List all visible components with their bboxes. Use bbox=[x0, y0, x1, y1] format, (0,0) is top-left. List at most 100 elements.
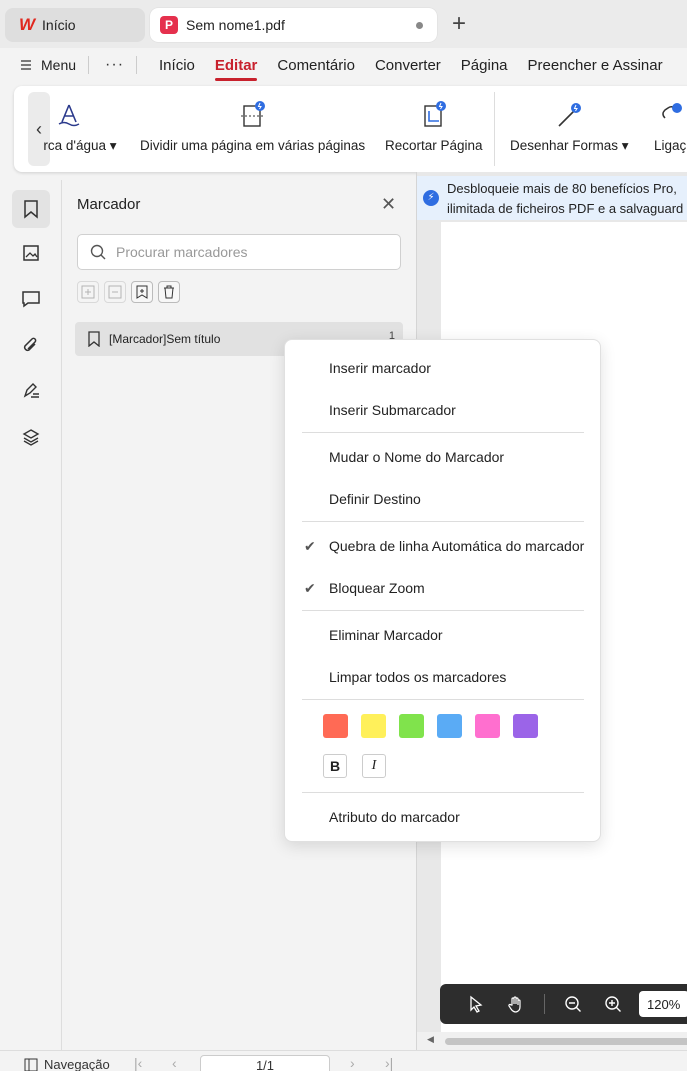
pdf-file-icon: P bbox=[160, 16, 178, 34]
italic-button[interactable]: I bbox=[362, 754, 386, 778]
collapse-all-button[interactable] bbox=[104, 281, 126, 303]
delete-bookmark-button[interactable] bbox=[158, 281, 180, 303]
watermark-label: rca d'água ▾ bbox=[43, 138, 117, 153]
divider bbox=[544, 994, 545, 1014]
bookmark-tools bbox=[77, 281, 180, 303]
menu-divider bbox=[302, 610, 584, 611]
color-swatch-purple[interactable] bbox=[513, 714, 538, 738]
menu-delete-bookmark[interactable]: Eliminar Marcador bbox=[329, 627, 443, 643]
color-swatch-green[interactable] bbox=[399, 714, 424, 738]
ribbon-divider bbox=[494, 92, 495, 166]
expand-all-button[interactable] bbox=[77, 281, 99, 303]
color-swatch-blue[interactable] bbox=[437, 714, 462, 738]
color-swatch-red[interactable] bbox=[323, 714, 348, 738]
more-options-icon[interactable]: ··· bbox=[105, 56, 124, 74]
prev-page-icon[interactable]: ‹ bbox=[172, 1055, 177, 1071]
draw-shapes-button[interactable]: Desenhar Formas ▾ bbox=[510, 98, 629, 154]
link-label: Ligaç bbox=[654, 138, 687, 153]
bookmark-context-menu: Inserir marcador Inserir Submarcador Mud… bbox=[284, 339, 601, 842]
split-page-label: Dividir uma página em várias páginas bbox=[140, 138, 366, 153]
notice-line-1: Desbloqueie mais de 80 benefícios Pro, bbox=[447, 181, 677, 196]
status-bar: Navegação |‹ ‹ 1/1 › ›| bbox=[0, 1050, 687, 1071]
menu-insert-subbookmark[interactable]: Inserir Submarcador bbox=[329, 402, 456, 418]
search-icon bbox=[90, 244, 106, 260]
tab-document[interactable]: P Sem nome1.pdf bbox=[150, 8, 437, 42]
signature-button[interactable] bbox=[12, 372, 50, 410]
menu-auto-wrap[interactable]: Quebra de linha Automática do marcador bbox=[329, 538, 584, 554]
layers-icon bbox=[22, 429, 40, 446]
menu-insert-bookmark[interactable]: Inserir marcador bbox=[329, 360, 431, 376]
split-page-button[interactable]: Dividir uma página em várias páginas bbox=[140, 98, 365, 153]
menu-clear-all[interactable]: Limpar todos os marcadores bbox=[329, 669, 506, 685]
scrollbar-thumb[interactable] bbox=[445, 1038, 687, 1045]
scroll-left-icon[interactable]: ◀ bbox=[427, 1034, 434, 1045]
checkmark-icon: ✔ bbox=[304, 580, 316, 596]
bookmark-search[interactable] bbox=[77, 234, 401, 270]
hand-icon bbox=[508, 996, 521, 1013]
search-input[interactable] bbox=[116, 244, 376, 260]
bold-button[interactable]: B bbox=[323, 754, 347, 778]
page-number-input[interactable]: 1/1 bbox=[200, 1055, 330, 1071]
zoom-in-button[interactable] bbox=[593, 984, 633, 1024]
crop-page-button[interactable]: Recortar Página bbox=[385, 98, 483, 153]
tab-preencher-assinar[interactable]: Preencher e Assinar bbox=[528, 57, 663, 74]
bookmark-panel-button[interactable] bbox=[12, 190, 50, 228]
first-page-icon[interactable]: |‹ bbox=[134, 1055, 142, 1071]
menu-button-label: Menu bbox=[41, 57, 77, 73]
zoom-level-input[interactable]: 120% bbox=[639, 991, 687, 1017]
color-swatch-pink[interactable] bbox=[475, 714, 500, 738]
menu-divider bbox=[302, 432, 584, 433]
attachments-button[interactable] bbox=[12, 326, 50, 364]
panel-title: Marcador bbox=[77, 196, 141, 213]
menu-lock-zoom[interactable]: Bloquear Zoom bbox=[329, 580, 425, 596]
collapse-icon bbox=[108, 285, 122, 299]
zoom-out-icon bbox=[565, 996, 581, 1012]
add-bookmark-icon bbox=[136, 285, 148, 299]
color-swatch-yellow[interactable] bbox=[361, 714, 386, 738]
select-tool-button[interactable] bbox=[456, 984, 496, 1024]
menu-bookmark-attribute[interactable]: Atributo do marcador bbox=[329, 809, 460, 825]
link-button[interactable]: Ligaç bbox=[654, 98, 686, 153]
left-icon-rail bbox=[0, 180, 62, 1050]
panel-toggle-icon bbox=[24, 1058, 38, 1071]
crop-page-icon bbox=[424, 101, 446, 127]
layers-button[interactable] bbox=[12, 418, 50, 456]
navigation-toggle[interactable]: Navegação bbox=[24, 1057, 110, 1071]
image-icon bbox=[23, 245, 39, 261]
expand-icon bbox=[81, 285, 95, 299]
tab-document-label: Sem nome1.pdf bbox=[186, 17, 285, 33]
tab-converter[interactable]: Converter bbox=[375, 57, 441, 74]
bookmark-icon bbox=[24, 200, 38, 219]
thumbnails-button[interactable] bbox=[12, 234, 50, 272]
close-icon[interactable]: ✕ bbox=[381, 194, 396, 215]
new-tab-icon[interactable]: + bbox=[452, 12, 466, 36]
cursor-icon bbox=[470, 995, 483, 1013]
divider bbox=[136, 56, 138, 74]
next-page-icon[interactable]: › bbox=[350, 1055, 355, 1071]
ribbon-toolbar: ‹ rca d'água ▾ Dividir uma página em vár… bbox=[14, 86, 687, 172]
watermark-button[interactable]: rca d'água ▾ bbox=[30, 98, 130, 154]
menu-rename-bookmark[interactable]: Mudar o Nome do Marcador bbox=[329, 449, 504, 465]
divider bbox=[88, 56, 90, 74]
menu-bar: Menu ··· Início Editar Comentário Conver… bbox=[0, 48, 687, 82]
tab-inicio[interactable]: Início bbox=[159, 57, 195, 74]
add-bookmark-button[interactable] bbox=[131, 281, 153, 303]
split-page-icon bbox=[240, 101, 265, 127]
wps-logo-icon: W bbox=[19, 15, 35, 34]
trash-icon bbox=[164, 285, 174, 299]
pro-notice-banner[interactable]: ⚡ Desbloqueie mais de 80 benefícios Pro,… bbox=[417, 176, 687, 220]
tab-comentario[interactable]: Comentário bbox=[277, 57, 355, 74]
zoom-out-button[interactable] bbox=[553, 984, 593, 1024]
hand-tool-button[interactable] bbox=[496, 984, 536, 1024]
menu-set-destination[interactable]: Definir Destino bbox=[329, 491, 421, 507]
tab-home[interactable]: W Início bbox=[5, 8, 145, 42]
tab-editar[interactable]: Editar bbox=[214, 57, 257, 81]
last-page-icon[interactable]: ›| bbox=[385, 1055, 393, 1071]
horizontal-scrollbar[interactable]: ◀ bbox=[417, 1032, 687, 1050]
comments-button[interactable] bbox=[12, 280, 50, 318]
notice-line-2: ilimitada de ficheiros PDF e a salvaguar… bbox=[447, 201, 684, 216]
tab-pagina[interactable]: Página bbox=[461, 57, 508, 74]
comment-icon bbox=[22, 291, 40, 308]
menu-button[interactable]: Menu bbox=[20, 57, 76, 73]
unsaved-dot-icon[interactable] bbox=[416, 22, 423, 29]
